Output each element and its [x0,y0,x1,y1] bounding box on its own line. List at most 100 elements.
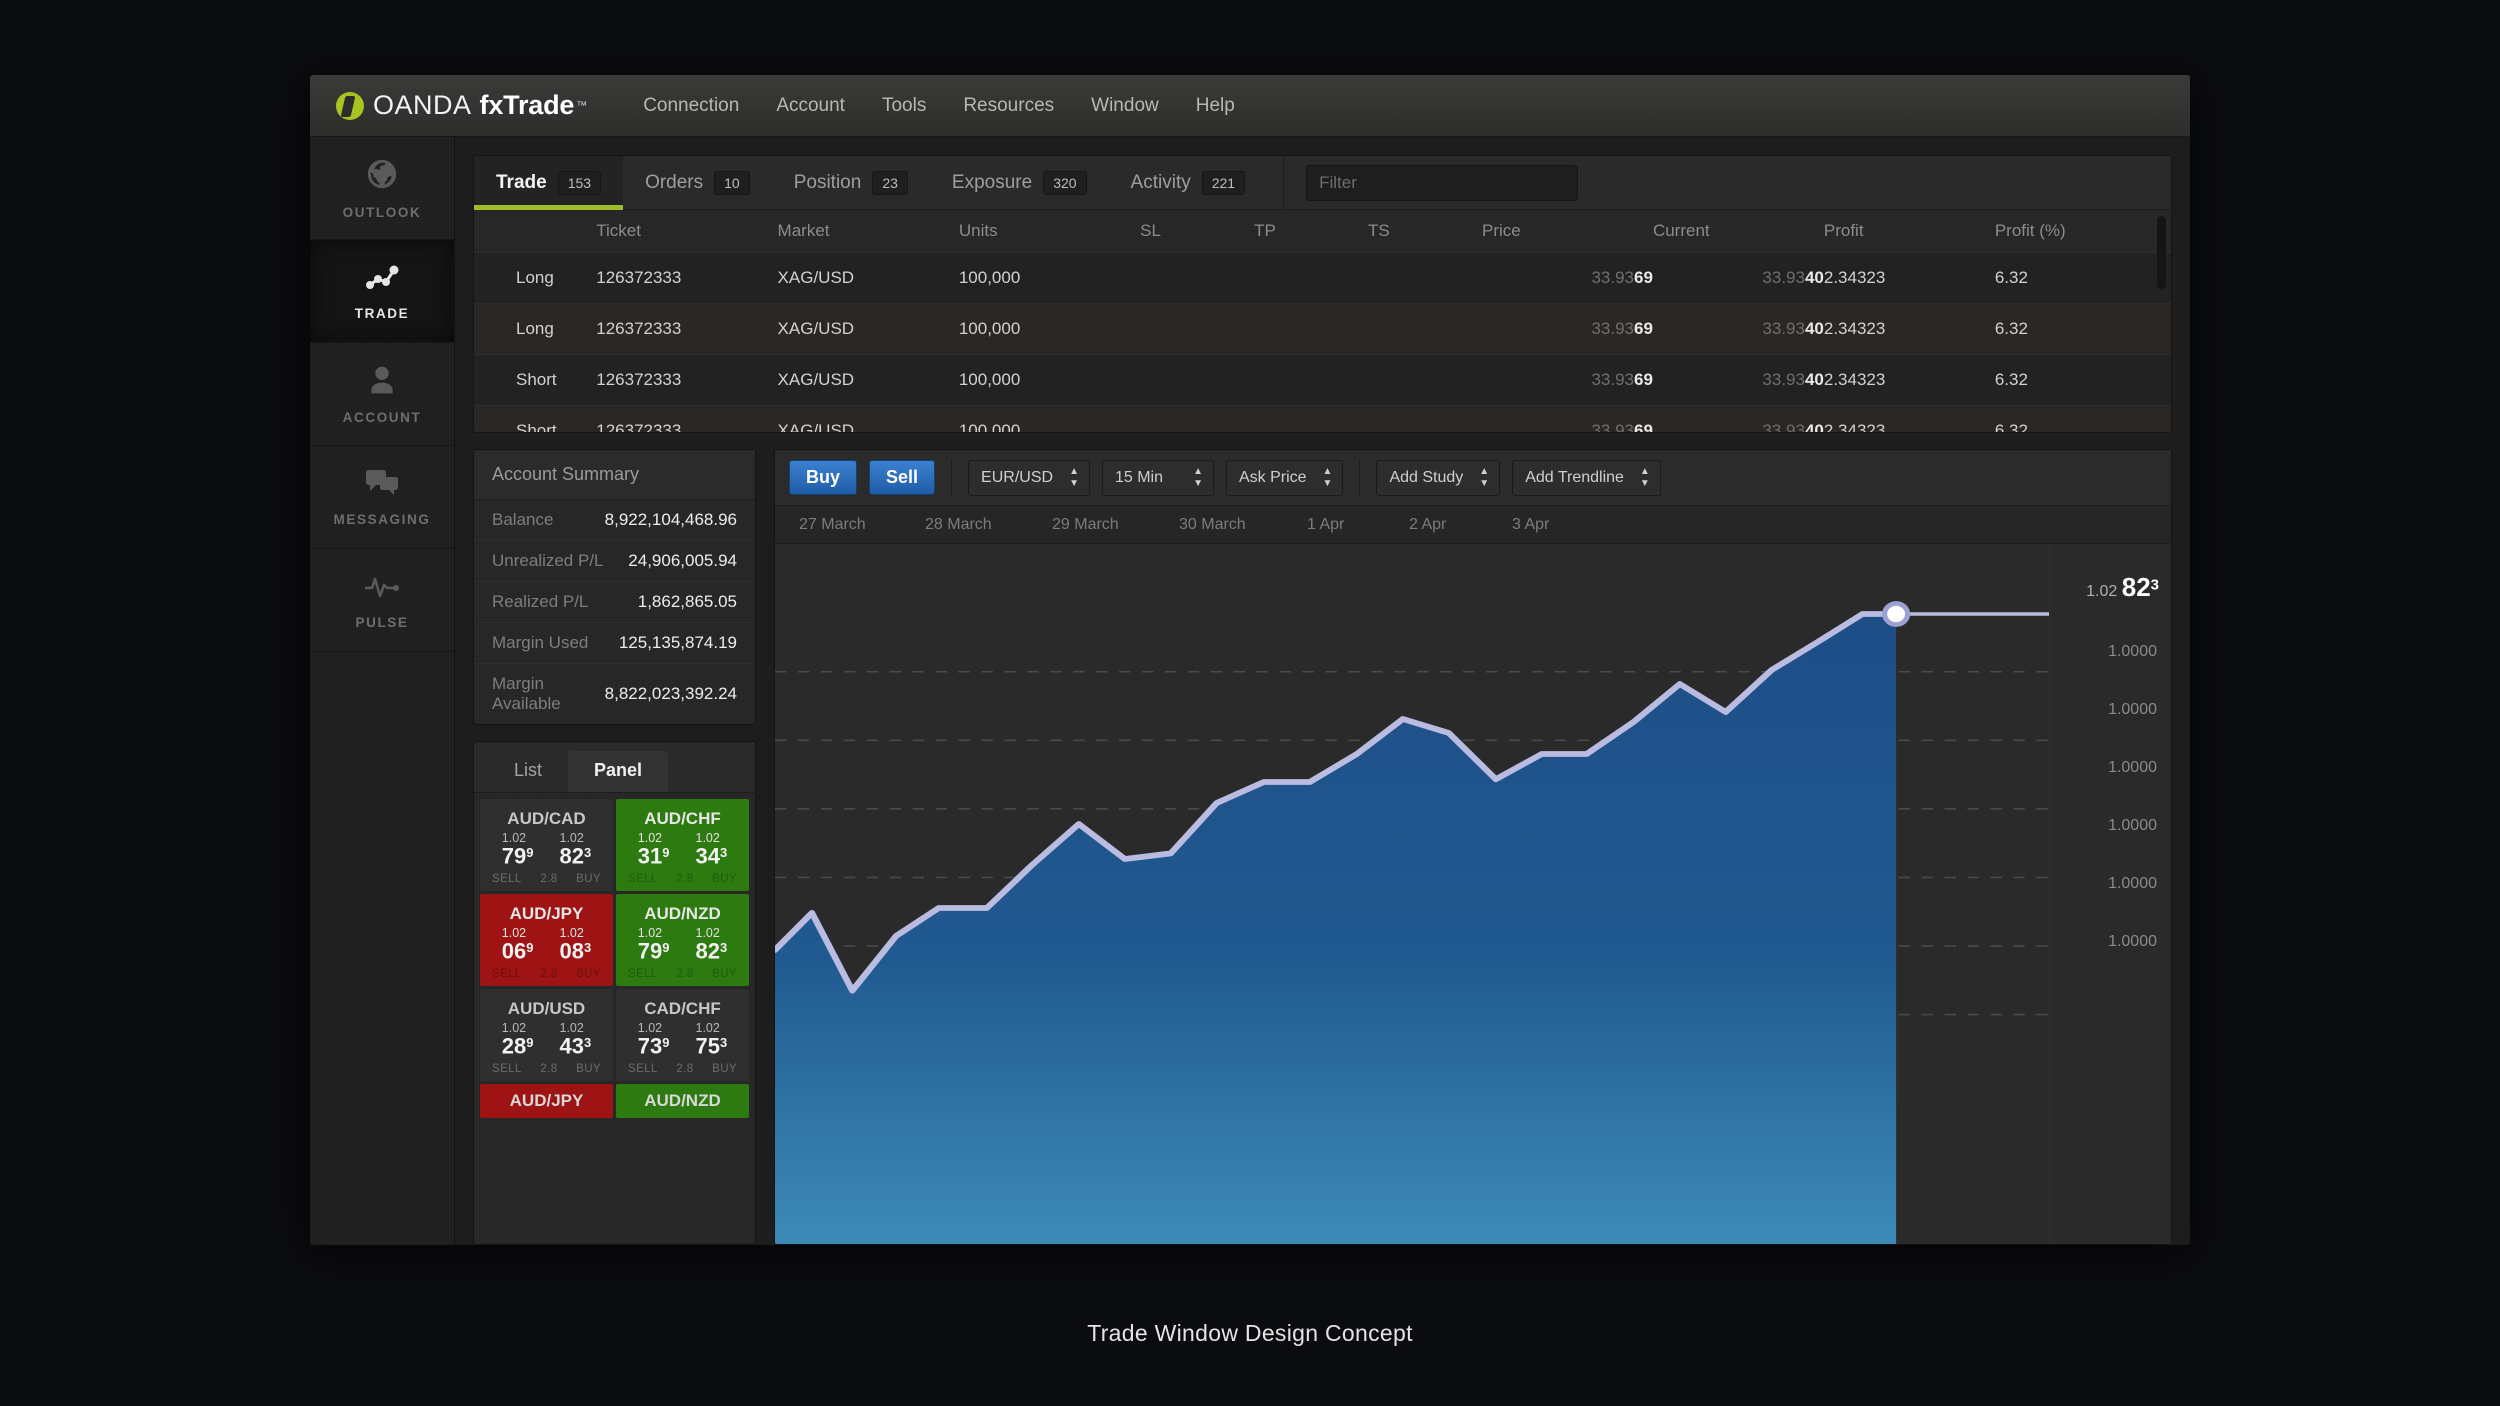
add-trendline-select[interactable]: Add Trendline ▲ ▼ [1512,459,1661,496]
buy-label: BUY [712,873,737,886]
col-tp[interactable]: TP [1254,210,1369,253]
cell-market: XAG/USD [777,421,855,432]
price-type-value: Ask Price [1238,468,1307,486]
spread-value: 2.8 [676,968,694,981]
rate-tile-cad-chf[interactable]: CAD/CHF 1.02 739 1.02 753 SELL 2.8 BUY [616,989,749,1081]
buy-price[interactable]: 1.02 343 [696,831,728,868]
tab-trade[interactable]: Trade 153 [474,156,624,210]
col-profit[interactable]: Profit [1823,210,1995,253]
sidebar-item-pulse[interactable]: PULSE [310,549,454,652]
sidebar-item-account[interactable]: ACCOUNT [310,343,454,446]
menu-resources[interactable]: Resources [963,95,1054,117]
rate-tile-footer: SELL 2.8 BUY [616,1058,749,1075]
tab-panel[interactable]: Panel [568,751,669,792]
col-sl[interactable]: SL [1140,210,1255,253]
cell-profit-pct: 6.32 [1994,421,2028,432]
table-row[interactable]: Short 126372333 XAG/USD 100,000 33.9369 … [474,354,2171,406]
col-side[interactable] [474,210,597,253]
account-row-margin-used: Margin Used 125,135,874.19 [474,623,755,664]
account-row-unrealized-pl: Unrealized P/L 24,906,005.94 [474,541,755,582]
cell-profit-pct: 6.32 [1994,319,2028,338]
sidebar-item-trade[interactable]: TRADE [310,240,454,343]
col-units[interactable]: Units [958,210,1141,253]
tab-position[interactable]: Position 23 [772,156,930,209]
rate-tile-prices: 1.02 799 1.02 823 [638,926,728,963]
trade-table-panel: Trade 153 Orders 10 Position 23 Exposure… [473,155,2172,433]
spread-value: 2.8 [676,1063,694,1076]
buy-price[interactable]: 1.02 823 [696,926,728,963]
table-row[interactable]: Long 126372333 XAG/USD 100,000 33.9369 3… [474,303,2171,355]
tab-orders[interactable]: Orders 10 [623,156,772,209]
cell-ticket: 126372333 [596,421,682,432]
buy-price[interactable]: 1.02 083 [560,926,592,963]
cell-profit: 2.34323 [1823,370,1886,389]
table-row[interactable]: Short 126372333 XAG/USD 100,000 33.9369 … [474,405,2171,432]
col-ts[interactable]: TS [1368,210,1482,253]
price-type-select[interactable]: Ask Price ▲ ▼ [1225,459,1344,496]
chart-plot [775,544,2049,1244]
tab-badge: 221 [1201,170,1246,195]
rate-tile-aud-jpy[interactable]: AUD/JPY 1.02 069 1.02 083 SELL 2.8 BUY [480,894,613,986]
menu-tools[interactable]: Tools [882,95,926,117]
buy-price[interactable]: 1.02 823 [560,831,592,868]
tab-list[interactable]: List [488,751,568,792]
menu-connection[interactable]: Connection [643,95,739,117]
rate-tile-footer: SELL 2.8 BUY [616,868,749,885]
account-row-value: 1,862,865.05 [637,592,737,611]
rate-tile-mini-aud-jpy[interactable]: AUD/JPY [480,1084,613,1118]
sidebar-item-label: OUTLOOK [342,204,422,220]
rate-tile-prices: 1.02 799 1.02 823 [502,831,592,868]
sidebar-item-label: PULSE [355,614,409,630]
account-row-label: Realized P/L [492,592,589,611]
menu-help[interactable]: Help [1196,95,1235,117]
sidebar-item-outlook[interactable]: OUTLOOK [310,137,454,240]
buy-price[interactable]: 1.02 433 [560,1021,592,1058]
cell-price: 33.9369 [1591,268,1653,287]
menu-window[interactable]: Window [1091,95,1159,117]
sell-price[interactable]: 1.02 799 [638,926,670,963]
menu-account[interactable]: Account [776,95,845,117]
col-price[interactable]: Price [1482,210,1653,253]
col-profit-pct[interactable]: Profit (%) [1994,210,2171,253]
buy-price[interactable]: 1.02 753 [696,1021,728,1058]
col-market[interactable]: Market [777,210,959,253]
rate-tile-aud-cad[interactable]: AUD/CAD 1.02 799 1.02 823 SELL 2.8 BUY [480,799,613,891]
buy-button[interactable]: Buy [789,460,858,495]
rate-tile-mini-aud-nzd[interactable]: AUD/NZD [616,1084,749,1118]
chart-x-axis: 27 March 28 March 29 March 30 March 1 Ap… [775,506,2171,544]
rate-tile-footer: SELL 2.8 BUY [480,1058,613,1075]
rate-tile-aud-chf[interactable]: AUD/CHF 1.02 319 1.02 343 SELL 2.8 BUY [616,799,749,891]
cell-ts [1368,355,1482,406]
table-scrollbar-thumb[interactable] [2157,216,2166,289]
sell-price[interactable]: 1.02 289 [502,1021,534,1058]
rate-tile-aud-nzd[interactable]: AUD/NZD 1.02 799 1.02 823 SELL 2.8 BUY [616,894,749,986]
cell-profit: 2.34323 [1823,268,1886,287]
tab-activity[interactable]: Activity 221 [1109,156,1268,209]
chart-area[interactable]: 1.0000 1.0000 1.0000 1.0000 1.0000 1.000… [775,544,2171,1244]
col-ticket[interactable]: Ticket [596,210,778,253]
sidebar-item-label: MESSAGING [333,511,431,527]
filter-container [1283,156,1579,209]
line-chart-icon [364,262,400,297]
x-tick-label: 2 Apr [1409,515,1447,533]
tab-exposure[interactable]: Exposure 320 [930,156,1109,209]
table-row[interactable]: Long 126372333 XAG/USD 100,000 33.9369 3… [474,252,2171,304]
sell-price[interactable]: 1.02 319 [638,831,670,868]
tab-badge: 23 [872,170,908,195]
interval-select[interactable]: 15 Min ▲ ▼ [1101,459,1214,496]
add-study-select[interactable]: Add Study ▲ ▼ [1376,459,1501,496]
instrument-select[interactable]: EUR/USD ▲ ▼ [968,459,1090,496]
sell-button[interactable]: Sell [869,460,936,495]
rates-panel: List Panel AUD/CAD 1.02 799 1.02 823 SEL… [473,741,756,1245]
tab-badge: 10 [714,170,750,195]
sell-price[interactable]: 1.02 069 [502,926,534,963]
filter-input[interactable] [1306,164,1579,201]
sidebar-item-messaging[interactable]: MESSAGING [310,446,454,549]
rate-tile-aud-usd[interactable]: AUD/USD 1.02 289 1.02 433 SELL 2.8 BUY [480,989,613,1081]
col-current[interactable]: Current [1652,210,1824,253]
sell-price[interactable]: 1.02 739 [638,1021,670,1058]
y-tick-label: 1.0000 [2108,875,2157,892]
cell-tp [1254,355,1368,406]
sell-price[interactable]: 1.02 799 [502,831,534,868]
chart-panel: Buy Sell EUR/USD ▲ ▼ 15 Min ▲ ▼ Ask Pric… [774,449,2172,1245]
